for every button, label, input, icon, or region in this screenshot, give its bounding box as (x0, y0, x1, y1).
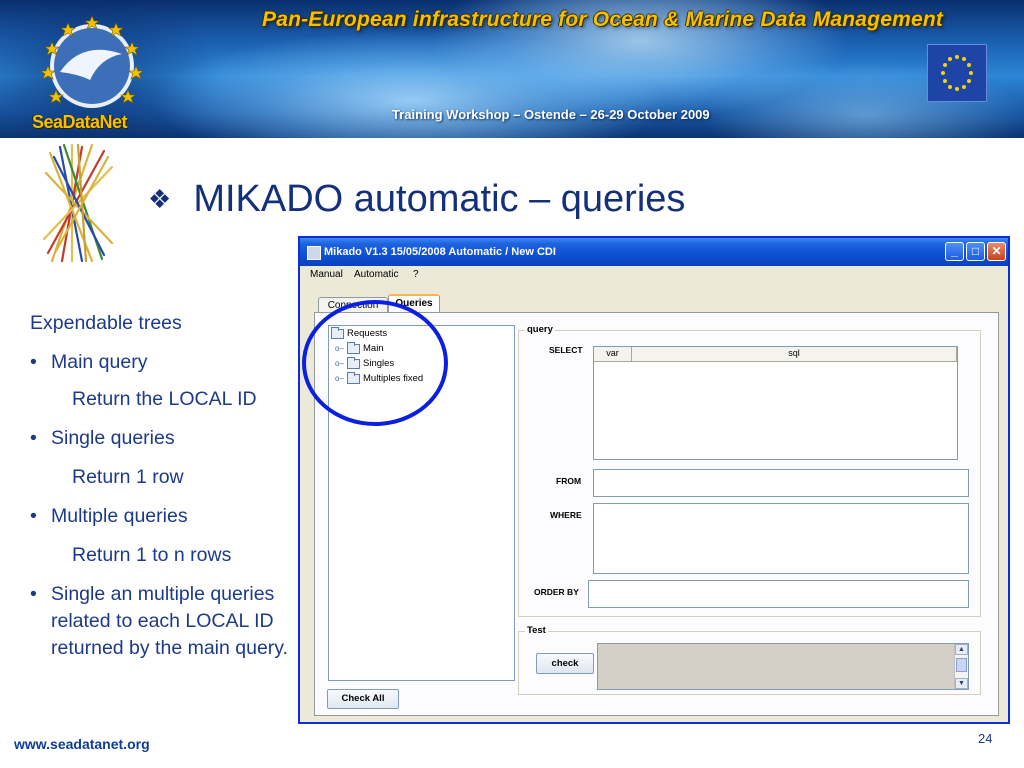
menu-bar: Manual Automatic ? (300, 266, 1008, 284)
test-group-label: Test (525, 625, 548, 636)
bullet-subtext: Return the LOCAL ID (72, 388, 257, 410)
bullet-item: Single an multiple queries related to ea… (30, 581, 305, 662)
mikado-sticks-image (42, 143, 114, 263)
highlight-circle-annotation (302, 300, 448, 426)
scroll-up-icon[interactable]: ▲ (955, 644, 968, 655)
eu-flag-icon (927, 44, 987, 102)
bullet-list: Expendable trees Main query Return the L… (30, 310, 305, 674)
window-title: Mikado V1.3 15/05/2008 Automatic / New C… (324, 246, 556, 258)
select-label: SELECT (549, 345, 583, 355)
where-label: WHERE (550, 510, 582, 520)
from-field[interactable] (593, 469, 969, 497)
maximize-button[interactable]: □ (966, 242, 985, 261)
banner-title: Pan-European infrastructure for Ocean & … (262, 8, 944, 31)
minimize-button[interactable]: _ (945, 242, 964, 261)
menu-automatic[interactable]: Automatic (354, 269, 398, 280)
close-button[interactable]: ✕ (987, 242, 1006, 261)
vertical-scrollbar[interactable]: ▲ ▼ (954, 644, 968, 689)
where-field[interactable] (593, 503, 969, 574)
footer-url-link[interactable]: www.seadatanet.org (14, 736, 150, 752)
menu-help[interactable]: ? (413, 269, 419, 280)
bullet-item: Single queries (30, 425, 305, 452)
order-by-field[interactable] (588, 580, 969, 608)
order-by-label: ORDER BY (534, 587, 579, 597)
scroll-thumb[interactable] (956, 658, 967, 672)
slide-title: ❖ MIKADO automatic – queries (148, 178, 685, 221)
test-result-area[interactable]: ▲ ▼ (597, 643, 969, 690)
scroll-down-icon[interactable]: ▼ (955, 678, 968, 689)
bullet-subtext: Return 1 row (72, 466, 184, 488)
check-all-button[interactable]: Check All (327, 689, 399, 709)
slide-title-text: MIKADO automatic – queries (193, 178, 686, 220)
bullet-item: Main query (30, 349, 305, 376)
intro-text: Expendable trees (30, 312, 182, 334)
column-header-sql[interactable]: sql (632, 347, 957, 361)
from-label: FROM (556, 476, 582, 486)
query-group: query SELECT var sql FROM WHERE ORDER BY (518, 324, 981, 617)
query-group-label: query (525, 324, 555, 335)
bullet-item: Multiple queries (30, 503, 305, 530)
select-grid[interactable]: var sql (593, 346, 958, 460)
select-grid-header: var sql (594, 347, 957, 362)
column-header-var[interactable]: var (594, 347, 632, 361)
check-button[interactable]: check (536, 653, 594, 674)
app-icon (307, 246, 321, 260)
header-banner: SeaDataNet Pan-European infrastructure f… (0, 0, 1024, 138)
bullet-subtext: Return 1 to n rows (72, 544, 232, 566)
banner-subtitle: Training Workshop – Ostende – 26-29 Octo… (392, 107, 710, 122)
logo-text: SeaDataNet (32, 112, 128, 132)
window-titlebar[interactable]: Mikado V1.3 15/05/2008 Automatic / New C… (300, 238, 1008, 266)
page-number: 24 (978, 731, 993, 746)
menu-manual[interactable]: Manual (310, 269, 343, 280)
diamond-bullet-icon: ❖ (148, 184, 172, 214)
test-group: Test check ▲ ▼ (518, 625, 981, 695)
